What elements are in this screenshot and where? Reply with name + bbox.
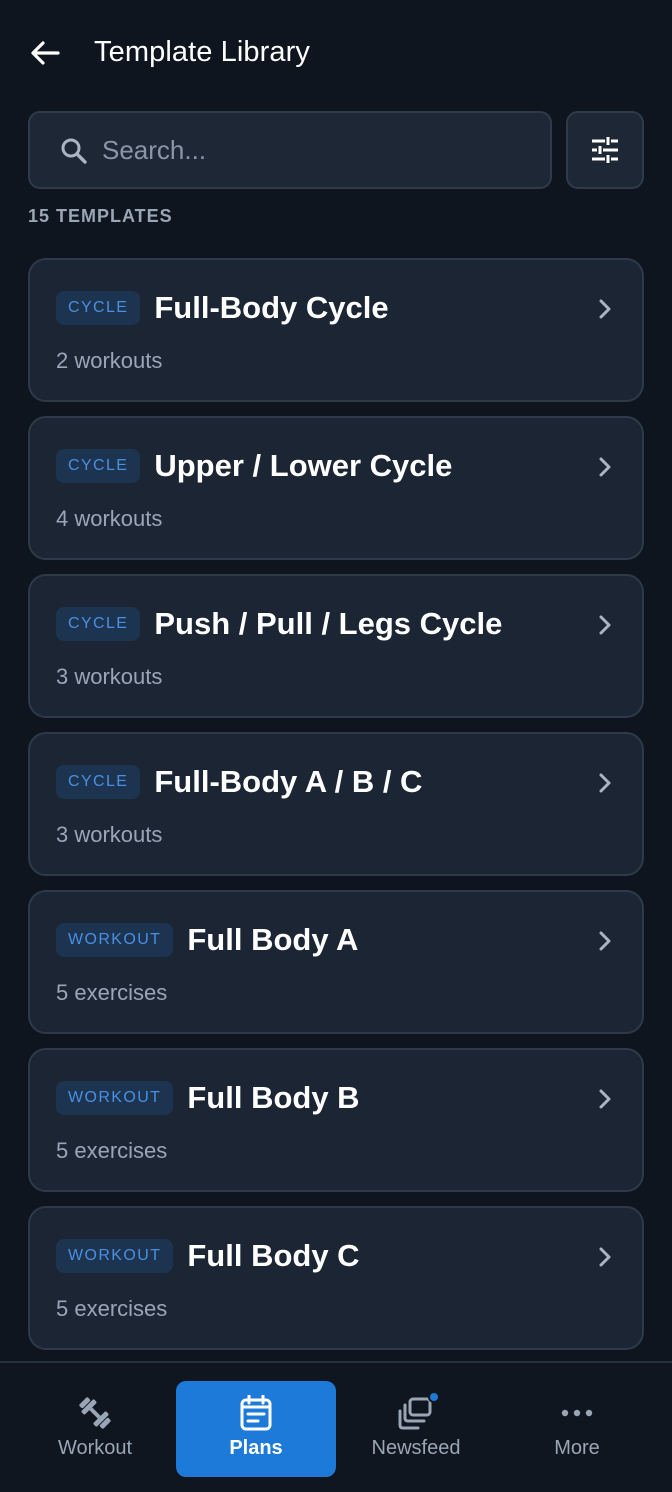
chevron-right-icon [599, 773, 611, 793]
chevron-right-icon [599, 931, 611, 951]
card-header: WORKOUT Full Body A [56, 922, 358, 958]
template-title: Full-Body Cycle [154, 290, 389, 325]
template-card[interactable]: WORKOUT Full Body B 5 exercises [28, 1048, 644, 1192]
type-badge: WORKOUT [56, 1239, 174, 1273]
template-subtitle: 3 workouts [56, 664, 163, 689]
filter-button[interactable] [566, 111, 644, 189]
newsfeed-icon [398, 1397, 432, 1430]
type-badge: CYCLE [56, 607, 141, 641]
template-card[interactable]: CYCLE Upper / Lower Cycle 4 workouts [28, 416, 644, 560]
template-subtitle: 4 workouts [56, 506, 163, 531]
notification-dot [428, 1391, 440, 1403]
search-icon [61, 138, 87, 164]
template-card[interactable]: WORKOUT Full Body C 5 exercises [28, 1206, 644, 1350]
bottom-nav: Workout Plans Newsfeed More [0, 1361, 672, 1492]
template-subtitle: 5 exercises [56, 1296, 168, 1321]
type-badge: CYCLE [56, 291, 141, 325]
template-title: Full Body C [187, 1238, 360, 1273]
search-box[interactable] [28, 111, 552, 189]
nav-item-more[interactable]: More [497, 1381, 657, 1477]
template-list: CYCLE Full-Body Cycle 2 workouts CYCLE U… [28, 258, 644, 1364]
card-header: WORKOUT Full Body B [56, 1080, 360, 1116]
template-title: Full-Body A / B / C [154, 764, 423, 799]
more-icon [561, 1409, 593, 1417]
type-badge: CYCLE [56, 449, 141, 483]
template-subtitle: 5 exercises [56, 1138, 168, 1163]
card-header: WORKOUT Full Body C [56, 1238, 360, 1274]
back-button[interactable] [24, 32, 66, 74]
template-subtitle: 2 workouts [56, 348, 163, 373]
template-card[interactable]: CYCLE Push / Pull / Legs Cycle 3 workout… [28, 574, 644, 718]
type-badge: CYCLE [56, 765, 141, 799]
card-header: CYCLE Push / Pull / Legs Cycle [56, 606, 502, 642]
dumbbell-icon [79, 1397, 111, 1429]
chevron-right-icon [599, 299, 611, 319]
template-count: 15 TEMPLATES [28, 206, 173, 226]
card-header: CYCLE Full-Body Cycle [56, 290, 389, 326]
nav-item-plans[interactable]: Plans [176, 1381, 336, 1477]
template-card[interactable]: CYCLE Full-Body A / B / C 3 workouts [28, 732, 644, 876]
chevron-right-icon [599, 1089, 611, 1109]
template-card[interactable]: WORKOUT Full Body A 5 exercises [28, 890, 644, 1034]
header: Template Library [0, 0, 672, 106]
template-title: Full Body B [187, 1080, 360, 1115]
template-title: Push / Pull / Legs Cycle [154, 606, 503, 641]
arrow-left-icon [31, 41, 60, 65]
chevron-right-icon [599, 1247, 611, 1267]
type-badge: WORKOUT [56, 1081, 174, 1115]
nav-label: Plans [229, 1437, 283, 1459]
nav-label: Newsfeed [371, 1437, 461, 1459]
card-header: CYCLE Upper / Lower Cycle [56, 448, 452, 484]
tune-icon [592, 137, 618, 163]
calendar-icon [240, 1395, 272, 1431]
chevron-right-icon [599, 615, 611, 635]
type-badge: WORKOUT [56, 923, 174, 957]
chevron-right-icon [599, 457, 611, 477]
nav-label: Workout [57, 1437, 133, 1459]
template-subtitle: 3 workouts [56, 822, 163, 847]
nav-item-workout[interactable]: Workout [15, 1381, 175, 1477]
template-title: Full Body A [187, 922, 359, 957]
nav-item-newsfeed[interactable]: Newsfeed [336, 1381, 496, 1477]
search-input[interactable] [102, 127, 532, 173]
template-title: Upper / Lower Cycle [154, 448, 453, 483]
app-root: Template Library 15 TEMPLATES CYCLE Full… [0, 0, 672, 1492]
card-header: CYCLE Full-Body A / B / C [56, 764, 422, 800]
template-subtitle: 5 exercises [56, 980, 168, 1005]
nav-label: More [554, 1437, 600, 1459]
page-title: Template Library [94, 36, 310, 68]
template-card[interactable]: CYCLE Full-Body Cycle 2 workouts [28, 258, 644, 402]
